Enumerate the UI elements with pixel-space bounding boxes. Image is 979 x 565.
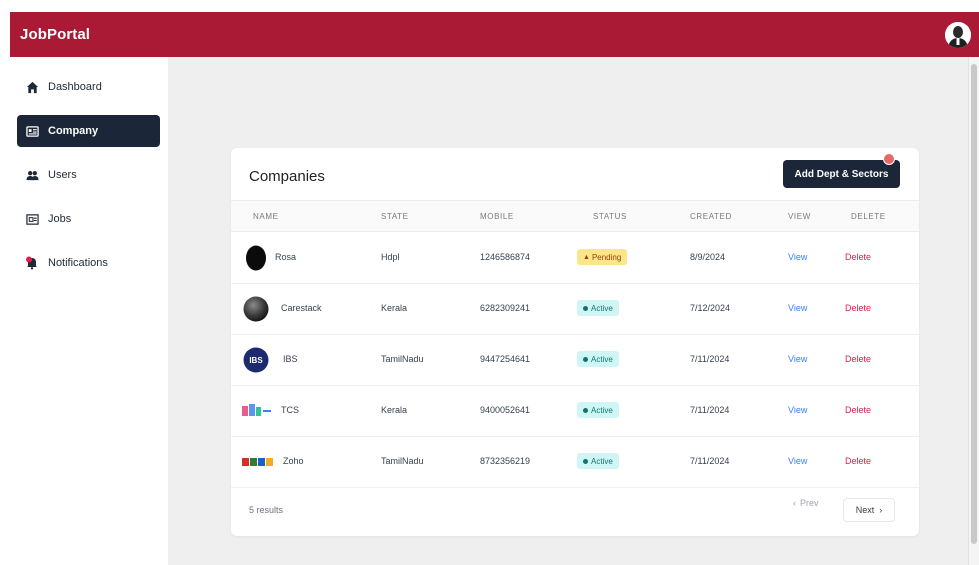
- svg-text:IBS: IBS: [249, 356, 263, 365]
- delete-link[interactable]: Delete: [845, 303, 871, 313]
- briefcase-icon: [25, 212, 39, 226]
- sidebar-item-label: Dashboard: [48, 81, 102, 93]
- created-cell: 7/11/2024: [690, 354, 730, 364]
- mobile-cell: 6282309241: [480, 303, 531, 313]
- column-header-state[interactable]: STATE: [381, 212, 409, 221]
- delete-link[interactable]: Delete: [845, 456, 871, 466]
- company-name: TCS: [281, 405, 299, 415]
- brand-logo[interactable]: JobPortal: [20, 26, 90, 43]
- sidebar-item-label: Notifications: [48, 257, 108, 269]
- sidebar-item-users[interactable]: Users: [17, 159, 160, 191]
- table-row[interactable]: Rosa Hdpl 1246586874 ▲ Pending 8/9/2024 …: [231, 233, 919, 284]
- created-cell: 7/11/2024: [690, 456, 730, 466]
- table-row[interactable]: Carestack Kerala 6282309241 Active 7/12/…: [231, 284, 919, 335]
- home-icon: [25, 80, 39, 94]
- sidebar-item-dashboard[interactable]: Dashboard: [17, 71, 160, 103]
- view-link[interactable]: View: [788, 405, 807, 415]
- view-link[interactable]: View: [788, 354, 807, 364]
- results-count: 5 results: [249, 505, 284, 515]
- company-logo: [241, 398, 273, 424]
- status-badge: Active: [577, 402, 619, 418]
- mobile-cell: 9400052641: [480, 405, 531, 415]
- column-header-created[interactable]: CREATED: [690, 212, 732, 221]
- created-cell: 8/9/2024: [690, 252, 726, 262]
- company-name: Carestack: [281, 303, 322, 313]
- view-link[interactable]: View: [788, 303, 807, 313]
- state-cell: Hdpl: [381, 252, 400, 262]
- delete-link[interactable]: Delete: [845, 354, 871, 364]
- next-button[interactable]: Next ›: [843, 498, 895, 522]
- table-row[interactable]: IBS IBS TamilNadu 9447254641 Active 7/11…: [231, 335, 919, 386]
- sidebar-item-label: Jobs: [48, 213, 72, 225]
- sidebar-item-company[interactable]: Company: [17, 115, 160, 147]
- created-cell: 7/11/2024: [690, 405, 730, 415]
- status-label: Active: [591, 303, 613, 313]
- sidebar-item-jobs[interactable]: Jobs: [17, 203, 160, 235]
- company-logo: IBS: [243, 347, 269, 373]
- status-dot-icon: [583, 305, 588, 311]
- state-cell: TamilNadu: [381, 456, 424, 466]
- user-avatar-icon: [945, 21, 971, 48]
- status-label: Active: [591, 405, 613, 415]
- column-header-view: VIEW: [788, 212, 811, 221]
- add-dept-sectors-button[interactable]: Add Dept & Sectors: [783, 160, 900, 188]
- delete-link[interactable]: Delete: [845, 252, 871, 262]
- bell-icon: [25, 256, 39, 270]
- status-badge: ▲ Pending: [577, 249, 628, 265]
- prev-label: Prev: [800, 498, 819, 508]
- top-navbar: JobPortal: [10, 12, 979, 57]
- status-badge: Active: [577, 300, 619, 316]
- state-cell: TamilNadu: [381, 354, 424, 364]
- sidebar-item-label: Users: [48, 169, 77, 181]
- created-cell: 7/12/2024: [690, 303, 731, 313]
- sidebar-item-notifications[interactable]: Notifications: [17, 247, 160, 279]
- state-cell: Kerala: [381, 303, 408, 313]
- mobile-cell: 9447254641: [480, 354, 531, 364]
- view-link[interactable]: View: [788, 456, 807, 466]
- status-label: Active: [591, 354, 613, 364]
- id-card-icon: [25, 124, 39, 138]
- status-label: Active: [591, 456, 613, 466]
- column-header-mobile[interactable]: MOBILE: [480, 212, 514, 221]
- pending-icon: ▲: [583, 253, 590, 261]
- table-row[interactable]: TCS Kerala 9400052641 Active 7/11/2024 V…: [231, 386, 919, 437]
- status-dot-icon: [583, 407, 588, 413]
- column-header-status[interactable]: STATUS: [593, 212, 627, 221]
- scrollbar-thumb[interactable]: [971, 64, 977, 544]
- column-header-name[interactable]: NAME: [253, 212, 279, 221]
- status-label: Pending: [591, 252, 622, 262]
- status-badge: Active: [577, 351, 619, 367]
- company-logo: [241, 449, 275, 475]
- next-label: Next: [855, 505, 875, 515]
- companies-card: Companies Add Dept & Sectors NAME STATE …: [231, 148, 919, 536]
- sidebar-item-label: Company: [48, 125, 99, 137]
- page-title: Companies: [249, 168, 325, 185]
- users-icon: [25, 168, 39, 182]
- status-badge: Active: [577, 453, 619, 469]
- mobile-cell: 8732356219: [480, 456, 531, 466]
- state-cell: Kerala: [381, 405, 408, 415]
- column-header-delete: DELETE: [851, 212, 886, 221]
- company-logo: [243, 245, 269, 271]
- chevron-right-icon: ›: [879, 505, 883, 515]
- status-dot-icon: [583, 356, 588, 362]
- notification-dot-icon: [883, 153, 895, 165]
- table-header: NAME STATE MOBILE STATUS CREATED VIEW DE…: [231, 200, 919, 232]
- view-link[interactable]: View: [788, 252, 807, 262]
- company-name: Rosa: [275, 252, 297, 262]
- table-row[interactable]: Zoho TamilNadu 8732356219 Active 7/11/20…: [231, 437, 919, 488]
- sidebar: Dashboard Company Users Jobs Notificatio…: [10, 57, 168, 565]
- mobile-cell: 1246586874: [480, 252, 531, 262]
- company-logo: [243, 296, 269, 322]
- user-avatar[interactable]: [945, 21, 971, 48]
- company-name: Zoho: [283, 456, 304, 466]
- prev-button[interactable]: ‹ Prev: [793, 498, 819, 508]
- company-name: IBS: [283, 354, 298, 364]
- chevron-left-icon: ‹: [793, 498, 796, 508]
- delete-link[interactable]: Delete: [845, 405, 871, 415]
- status-dot-icon: [583, 458, 588, 464]
